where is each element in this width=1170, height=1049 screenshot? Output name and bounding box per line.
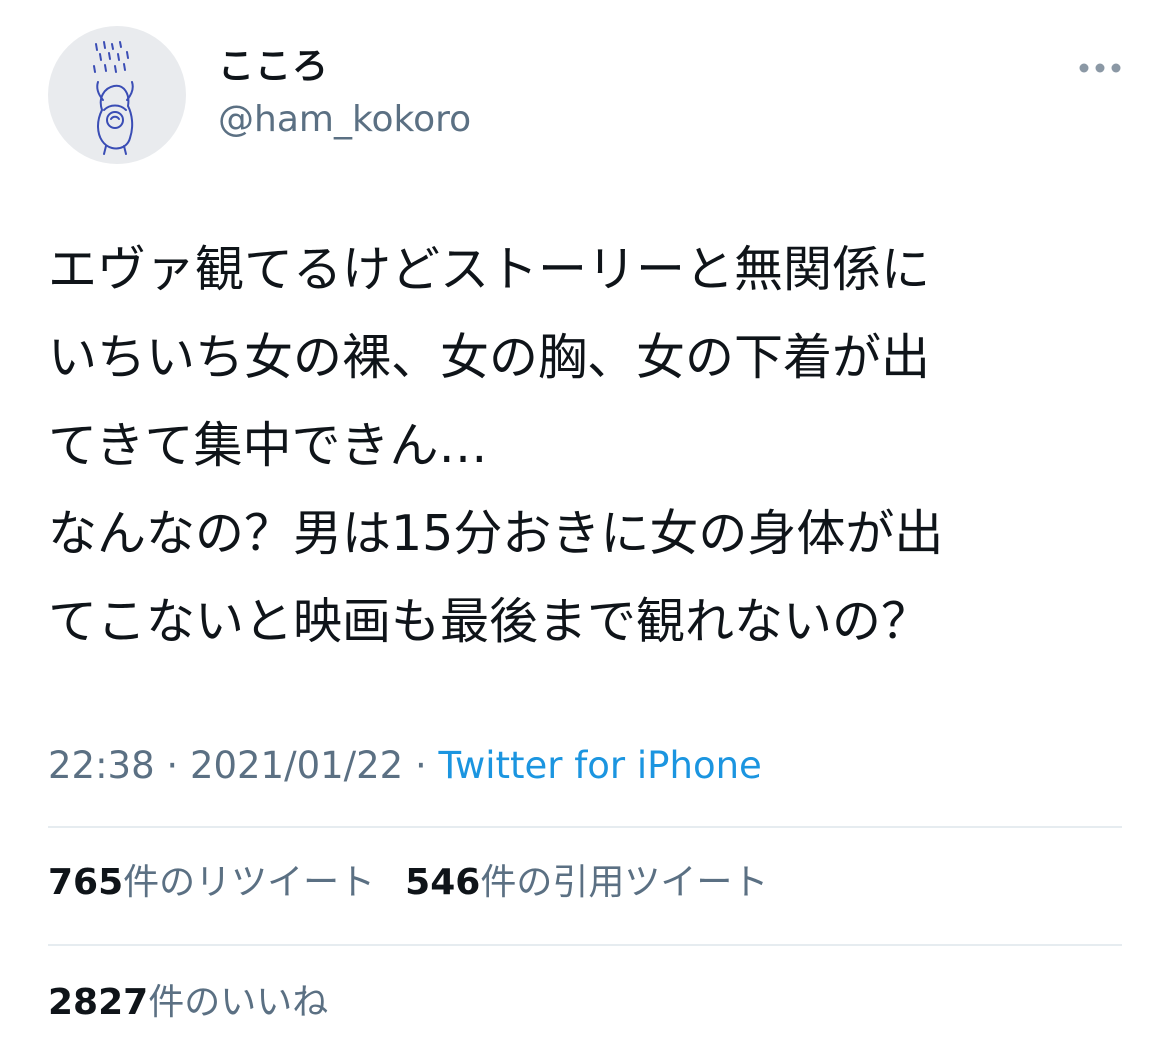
avatar[interactable] (48, 26, 186, 164)
more-options-button[interactable] (1077, 56, 1123, 80)
likes-label: 件のいいね (148, 982, 329, 1023)
more-dots-icon (1079, 63, 1121, 73)
tweet-line: いちいち女の裸、女の胸、女の下着が出 (48, 329, 931, 386)
avatar-drawing-icon (93, 41, 134, 155)
tweet-line: なんなの？男は15分おきに女の身体が出 (48, 505, 944, 562)
display-name[interactable]: こころ (218, 43, 329, 91)
engagement-stats-row: 765件のリツイート 546件の引用ツイート (48, 858, 768, 908)
tweet-text: エヴァ観てるけどストーリーと無関係に いちいち女の裸、女の胸、女の下着が出 てきて集… (48, 226, 1138, 666)
quote-tweets-count: 546 (405, 862, 481, 903)
tweet-meta: 22:38 · 2021/01/22 · Twitter for iPhone (48, 740, 762, 792)
quote-tweets-label: 件の引用ツイート (480, 862, 769, 903)
quote-tweets-stat[interactable]: 546件の引用ツイート (405, 862, 768, 903)
likes-stats-row: 2827件のいいね (48, 978, 328, 1028)
meta-separator: · (154, 744, 190, 787)
likes-stat[interactable]: 2827件のいいね (48, 982, 328, 1023)
divider (48, 944, 1122, 946)
tweet-line: エヴァ観てるけどストーリーと無関係に (48, 241, 931, 298)
tweet-line: てこないと映画も最後まで観れないの？ (48, 593, 931, 650)
tweet-date[interactable]: 2021/01/22 (190, 744, 403, 787)
tweet-source-link[interactable]: Twitter for iPhone (439, 744, 762, 787)
retweets-label: 件のリツイート (123, 862, 376, 903)
meta-separator: · (403, 744, 439, 787)
tweet-time[interactable]: 22:38 (48, 744, 155, 787)
tweet-line: てきて集中できん… (48, 417, 488, 474)
tweet-header: こころ @ham_kokoro (48, 26, 1123, 166)
divider (48, 826, 1122, 828)
retweets-stat[interactable]: 765件のリツイート (48, 862, 375, 903)
likes-count: 2827 (48, 982, 149, 1023)
user-handle[interactable]: @ham_kokoro (218, 96, 471, 144)
retweets-count: 765 (48, 862, 124, 903)
